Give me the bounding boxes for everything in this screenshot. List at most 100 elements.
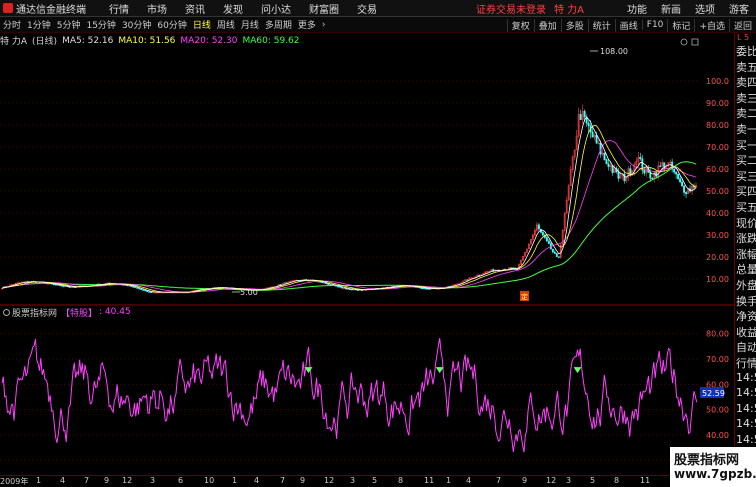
candle-body — [510, 267, 513, 269]
toolbar-right: 复权 叠加 多股 统计 画线 F10 标记 +自选 返回 — [506, 17, 756, 33]
period-intraday[interactable]: 分时 — [0, 18, 24, 31]
sell-signal-icon — [435, 367, 444, 374]
period-monthly[interactable]: 月线 — [238, 18, 262, 31]
candle-body — [339, 286, 342, 288]
menu-wealth-circle[interactable]: 财富圈 — [300, 1, 348, 16]
multi-stock-button[interactable]: 多股 — [560, 18, 588, 32]
price-grid — [0, 80, 700, 280]
indicator-series-name: 【特股】 — [61, 308, 98, 319]
period-30min[interactable]: 30分钟 — [119, 18, 154, 31]
watermark-title: 股票指标网 — [674, 453, 740, 468]
statistics-button[interactable]: 统计 — [587, 18, 615, 32]
candle-body — [62, 285, 65, 288]
candle-body — [152, 291, 155, 294]
panel-label: 卖二 — [736, 107, 756, 121]
menu-trade[interactable]: 交易 — [348, 1, 386, 16]
panel-label: 买一 — [736, 138, 756, 152]
chart-stock-name: 特 力A — [0, 37, 28, 47]
period-15min[interactable]: 15分钟 — [83, 18, 118, 31]
menu-bar: 通达信金融终端 行情 市场 资讯 发现 问小达 财富圈 交易 证券交易未登录 特… — [0, 0, 756, 17]
time-label: 1 — [446, 476, 452, 485]
indicator-tick-label: 40.00 — [706, 431, 729, 440]
candle-body — [420, 287, 423, 290]
kline-chart[interactable]: 100.0 90.00 80.00 70.00 60.00 50.00 40.00 30.00… — [0, 33, 734, 475]
candle-body — [557, 256, 560, 258]
panel-label: 14:5 — [736, 401, 756, 415]
period-5min[interactable]: 5分钟 — [54, 18, 84, 31]
time-label: 10 — [204, 476, 215, 485]
period-daily[interactable]: 日线 — [190, 18, 214, 31]
period-multi[interactable]: 多周期 — [262, 18, 295, 31]
menu-market[interactable]: 市场 — [138, 1, 176, 16]
menu-functions[interactable]: 功能 — [620, 1, 654, 16]
time-label: 8 — [614, 476, 620, 485]
period-60min[interactable]: 60分钟 — [154, 18, 189, 31]
event-marker-text: 定 — [521, 292, 528, 301]
candle-body — [466, 279, 469, 281]
indicator-tick-label: 80.00 — [706, 330, 729, 339]
high-label: 108.00 — [600, 47, 628, 56]
candle-body — [545, 237, 548, 242]
candle-body — [140, 288, 143, 291]
candle-body — [603, 152, 606, 160]
low-label: 5.00 — [240, 288, 258, 297]
current-stock-name: 特 力A — [553, 5, 584, 16]
menu-quotes[interactable]: 行情 — [100, 1, 138, 16]
f10-button[interactable]: F10 — [641, 20, 668, 30]
candle-body — [639, 156, 642, 159]
candle-body — [148, 291, 151, 293]
price-tick-label: 10.00 — [706, 275, 729, 284]
quote-side-panel: L 5 委比 卖五 卖四 卖三 卖二 卖一 买一 买二 买三 买四 买五 现价 涨跌 涨幅 总量 外盘 换手 净资… — [734, 33, 756, 487]
watermark-url: www.7gpzb.com — [674, 467, 756, 481]
menu-guest[interactable]: 游客 — [722, 1, 756, 16]
time-label: 4 — [254, 476, 260, 485]
ma60-line — [1, 161, 697, 291]
ma10-line — [1, 124, 697, 293]
price-tick-label: 40.00 — [706, 209, 729, 218]
draw-line-button[interactable]: 画线 — [614, 18, 642, 32]
candle-body — [685, 192, 688, 195]
candle-body — [70, 286, 73, 289]
time-label: 8 — [398, 476, 404, 485]
overlay-button[interactable]: 叠加 — [533, 18, 561, 32]
period-more[interactable]: 更多 — [295, 18, 319, 31]
ma5-value: MA5: 52.16 — [62, 35, 114, 46]
panel-label: 委比 — [736, 45, 756, 58]
login-status[interactable]: 证券交易未登录 — [476, 1, 546, 16]
panel-logo: L 5 — [737, 33, 750, 42]
panel-label: 买五 — [736, 201, 756, 214]
candle-body — [591, 131, 594, 138]
candle-body — [541, 232, 544, 236]
indicator-value: : 40.45 — [99, 307, 131, 317]
menu-discover[interactable]: 发现 — [214, 1, 252, 16]
candle-body — [659, 165, 662, 167]
panel-label: 卖四 — [736, 76, 756, 90]
adjust-price-button[interactable]: 复权 — [506, 18, 534, 32]
indicator-name[interactable]: 股票指标网 — [12, 306, 57, 319]
chart-settings-icon[interactable] — [680, 38, 688, 46]
candle-body — [675, 171, 678, 175]
candle-body — [607, 163, 610, 167]
indicator-settings-icon[interactable] — [3, 308, 10, 316]
period-1min[interactable]: 1分钟 — [24, 18, 54, 31]
mark-button[interactable]: 标记 — [667, 18, 694, 32]
chart-expand-icon[interactable] — [691, 38, 699, 46]
candle-body — [587, 122, 590, 127]
panel-label: 外盘 — [736, 279, 756, 292]
back-button[interactable]: 返回 — [728, 18, 756, 32]
panel-label: 行情 — [736, 357, 756, 370]
menu-news[interactable]: 资讯 — [176, 1, 214, 16]
menu-new-draw[interactable]: 新画 — [654, 1, 688, 16]
panel-label: 自动 — [736, 341, 756, 355]
more-arrow-icon[interactable]: › — [319, 20, 329, 30]
candle-body — [579, 114, 582, 120]
menu-ask-xiaoda[interactable]: 问小达 — [252, 1, 300, 16]
menu-options[interactable]: 选项 — [688, 1, 722, 16]
add-favorite-button[interactable]: +自选 — [694, 18, 729, 32]
panel-label: 买三 — [736, 169, 756, 183]
time-label: 7 — [496, 476, 502, 485]
panel-label: 净资 — [736, 310, 756, 324]
price-axis: 100.0 90.00 80.00 70.00 60.00 50.00 40.00 30.00… — [706, 77, 729, 284]
period-weekly[interactable]: 周线 — [214, 18, 238, 31]
candle-body — [617, 171, 620, 179]
